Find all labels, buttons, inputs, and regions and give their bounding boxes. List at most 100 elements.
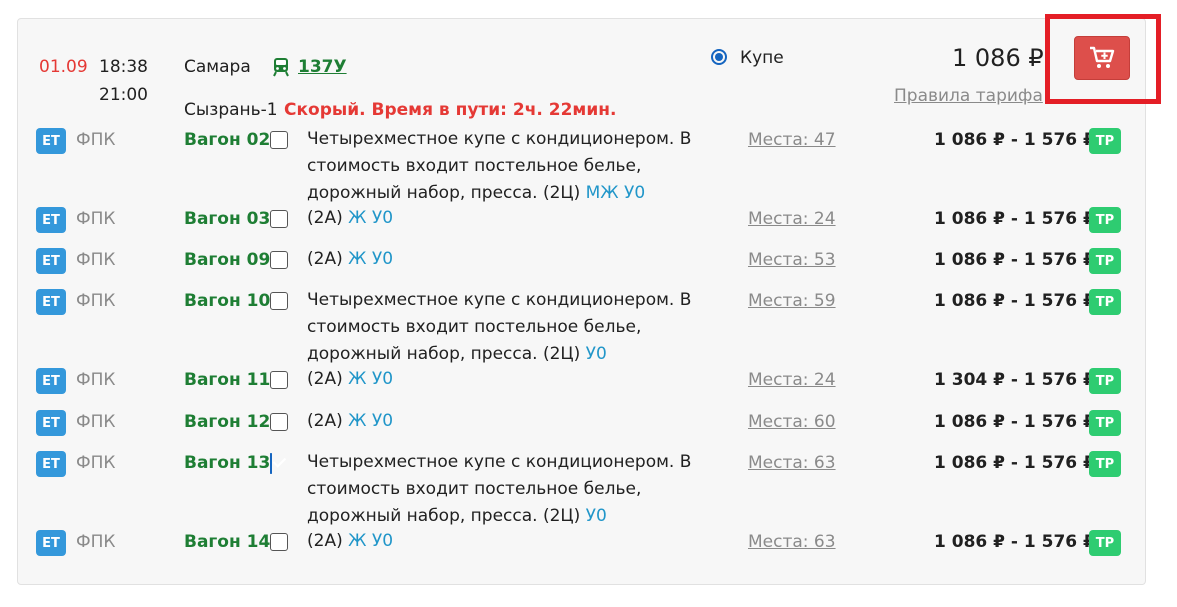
- tr-badge: ТР: [1089, 207, 1121, 233]
- seats-link[interactable]: Места: 60: [748, 412, 836, 432]
- description-line: (2А) Ж У0: [307, 531, 394, 551]
- wagon-description: (2А) Ж У0: [307, 366, 697, 393]
- description-line: (2А) Ж У0: [307, 369, 394, 389]
- seats-link[interactable]: Места: 24: [748, 209, 836, 229]
- description-line: (2А) Ж У0: [307, 208, 394, 228]
- seats-link[interactable]: Места: 53: [748, 250, 836, 270]
- wagon-checkbox[interactable]: [270, 453, 272, 474]
- price-range: 1 086 ₽ - 1 576 ₽: [934, 250, 1095, 270]
- et-badge: ЕТ: [36, 530, 66, 556]
- description-line: (2А) Ж У0: [307, 411, 394, 431]
- to-station: Сызрань-1: [184, 100, 278, 120]
- description-line: Четырехместное купе с кондиционером. В: [307, 129, 692, 149]
- price-range: 1 086 ₽ - 1 576 ₽: [934, 532, 1095, 552]
- arrival-time: 21:00: [99, 85, 148, 105]
- description-line: стоимость входит постельное белье,: [307, 317, 642, 337]
- price-range: 1 086 ₽ - 1 576 ₽: [934, 412, 1095, 432]
- wagon-name[interactable]: Вагон 14: [184, 532, 270, 552]
- wagon-name[interactable]: Вагон 12: [184, 412, 270, 432]
- wagon-name[interactable]: Вагон 09: [184, 250, 270, 270]
- wagon-description: (2А) Ж У0: [307, 528, 697, 555]
- wagon-description: Четырехместное купе с кондиционером. В ст…: [307, 449, 697, 530]
- route-info: Скорый. Время в пути: 2ч. 22мин.: [284, 100, 617, 120]
- wagon-name[interactable]: Вагон 10: [184, 291, 270, 311]
- description-line: дорожный набор, пресса. (2Ц) МЖ У0: [307, 183, 646, 203]
- train-icon: [272, 57, 290, 77]
- carrier-name: ФПК: [76, 412, 116, 432]
- wagon-description: Четырехместное купе с кондиционером. В ст…: [307, 126, 697, 207]
- from-station: Самара: [184, 57, 251, 77]
- carrier-name: ФПК: [76, 370, 116, 390]
- wagon-description: (2А) Ж У0: [307, 408, 697, 435]
- et-badge: ЕТ: [36, 207, 66, 233]
- description-line: стоимость входит постельное белье,: [307, 479, 642, 499]
- tr-badge: ТР: [1089, 128, 1121, 154]
- seats-link[interactable]: Места: 63: [748, 532, 836, 552]
- wagon-tags: Ж У0: [348, 531, 394, 551]
- tr-badge: ТР: [1089, 530, 1121, 556]
- wagon-description: (2А) Ж У0: [307, 205, 697, 232]
- wagon-description: (2А) Ж У0: [307, 246, 697, 273]
- wagon-checkbox[interactable]: [270, 533, 288, 551]
- description-line: дорожный набор, пресса. (2Ц) У0: [307, 506, 607, 526]
- wagon-checkbox[interactable]: [270, 210, 288, 228]
- price-range: 1 086 ₽ - 1 576 ₽: [934, 453, 1095, 473]
- wagon-name[interactable]: Вагон 03: [184, 209, 270, 229]
- wagon-tags: Ж У0: [348, 369, 394, 389]
- seats-link[interactable]: Места: 24: [748, 370, 836, 390]
- et-badge: ЕТ: [36, 410, 66, 436]
- main-price: 1 086 ₽: [952, 44, 1044, 72]
- description-line: Четырехместное купе с кондиционером. В: [307, 452, 692, 472]
- wagon-name[interactable]: Вагон 13: [184, 453, 270, 473]
- train-number-link[interactable]: 137У: [298, 57, 347, 77]
- wagon-tags: У0: [585, 506, 607, 526]
- seats-link[interactable]: Места: 59: [748, 291, 836, 311]
- departure-time: 18:38: [99, 57, 148, 77]
- tr-badge: ТР: [1089, 410, 1121, 436]
- wagon-checkbox[interactable]: [270, 371, 288, 389]
- price-range: 1 086 ₽ - 1 576 ₽: [934, 130, 1095, 150]
- et-badge: ЕТ: [36, 128, 66, 154]
- tr-badge: ТР: [1089, 368, 1121, 394]
- carrier-name: ФПК: [76, 532, 116, 552]
- carrier-name: ФПК: [76, 209, 116, 229]
- description-line: стоимость входит постельное белье,: [307, 156, 642, 176]
- departure-date: 01.09: [39, 57, 88, 77]
- wagon-tags: Ж У0: [348, 249, 394, 269]
- carrier-name: ФПК: [76, 130, 116, 150]
- wagon-checkbox[interactable]: [270, 292, 288, 310]
- wagon-row: ЕТ ФПК Вагон 13 Четырехместное купе с конди…: [0, 0, 1177, 526]
- wagon-name[interactable]: Вагон 11: [184, 370, 270, 390]
- class-radio[interactable]: [711, 49, 727, 65]
- et-badge: ЕТ: [36, 248, 66, 274]
- wagon-checkbox[interactable]: [270, 413, 288, 431]
- wagon-checkbox[interactable]: [270, 251, 288, 269]
- wagon-tags: Ж У0: [348, 208, 394, 228]
- carrier-name: ФПК: [76, 291, 116, 311]
- wagon-tags: МЖ У0: [585, 183, 646, 203]
- price-range: 1 086 ₽ - 1 576 ₽: [934, 209, 1095, 229]
- et-badge: ЕТ: [36, 368, 66, 394]
- price-range: 1 304 ₽ - 1 576 ₽: [934, 370, 1095, 390]
- tr-badge: ТР: [1089, 248, 1121, 274]
- seats-link[interactable]: Места: 63: [748, 453, 836, 473]
- et-badge: ЕТ: [36, 289, 66, 315]
- wagon-checkbox[interactable]: [270, 131, 288, 149]
- price-range: 1 086 ₽ - 1 576 ₽: [934, 291, 1095, 311]
- tr-badge: ТР: [1089, 451, 1121, 477]
- et-badge: ЕТ: [36, 451, 66, 477]
- description-line: (2А) Ж У0: [307, 249, 394, 269]
- cart-plus-icon: [1090, 46, 1115, 68]
- class-label: Купе: [740, 48, 784, 68]
- tr-badge: ТР: [1089, 289, 1121, 315]
- tariff-rules-link[interactable]: Правила тарифа: [894, 86, 1043, 106]
- seats-link[interactable]: Места: 47: [748, 130, 836, 150]
- carrier-name: ФПК: [76, 453, 116, 473]
- description-line: дорожный набор, пресса. (2Ц) У0: [307, 344, 607, 364]
- wagon-description: Четырехместное купе с кондиционером. В ст…: [307, 287, 697, 368]
- carrier-name: ФПК: [76, 250, 116, 270]
- wagon-name[interactable]: Вагон 02: [184, 130, 270, 150]
- wagon-tags: У0: [585, 344, 607, 364]
- add-to-cart-button[interactable]: [1074, 36, 1130, 80]
- description-line: Четырехместное купе с кондиционером. В: [307, 290, 692, 310]
